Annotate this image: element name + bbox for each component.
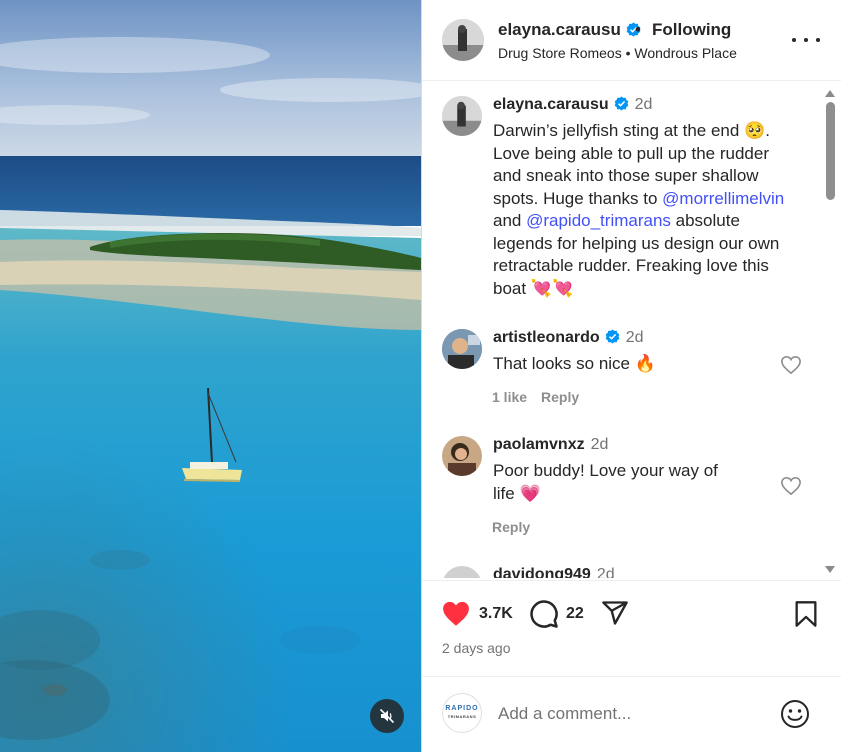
comment-timestamp[interactable]: 2d — [626, 329, 644, 346]
comment-item: artistleonardo 2d That looks so nice 🔥 1 … — [422, 329, 822, 419]
volume-muted-icon — [379, 708, 395, 724]
commenter-username[interactable]: artistleonardo 2d — [493, 329, 643, 347]
heart-outline-icon[interactable] — [780, 355, 802, 375]
more-horizontal-icon — [816, 38, 820, 42]
comment-meta: Reply — [492, 519, 544, 535]
caption-line: Love being able to pull up the rudder — [493, 143, 769, 163]
commenter-avatar[interactable] — [442, 329, 482, 369]
caption-line: legends for helping us design our own — [493, 233, 780, 253]
mention-link[interactable]: @morrellimelvin — [662, 189, 784, 208]
comment-icon[interactable] — [529, 599, 559, 629]
more-horizontal-icon — [792, 38, 796, 42]
commenter-avatar[interactable] — [442, 436, 482, 476]
more-horizontal-icon — [804, 38, 808, 42]
comment-line: life 💗 — [493, 483, 541, 503]
more-options-button[interactable] — [792, 28, 820, 52]
add-comment-input[interactable] — [498, 701, 768, 727]
comment-count[interactable]: 22 — [566, 605, 584, 623]
brand-logo-subtext: TRIMARANS — [447, 714, 477, 719]
author-username[interactable]: elayna.carausu — [498, 20, 641, 40]
comment-like-count[interactable]: 1 like — [492, 389, 527, 405]
comment-timestamp[interactable]: 2d — [597, 566, 615, 578]
commenter-username-text[interactable]: davidong949 — [493, 566, 591, 578]
post-actions: 3.7K 22 2 days ago — [422, 580, 841, 660]
comment-text: Poor buddy! Love your way of life 💗 — [493, 460, 773, 505]
current-user-avatar[interactable]: RAPIDO TRIMARANS — [442, 693, 482, 733]
post-time-ago[interactable]: 2 days ago — [442, 640, 511, 656]
commenter-username-text[interactable]: artistleonardo — [493, 329, 600, 346]
caption-item: elayna.carausu 2d Darwin’s jellyfish stin… — [422, 96, 822, 316]
caption-line: and sneak into those super shallow — [493, 166, 759, 185]
audio-location-line[interactable]: Drug Store Romeos • Wondrous Place — [498, 45, 737, 61]
scrollbar-thumb[interactable] — [826, 102, 835, 200]
commenter-username[interactable]: paolamvnxz 2d — [493, 436, 608, 454]
mention-link[interactable]: @rapido_trimarans — [526, 211, 671, 230]
caption-fragment: spots. Huge thanks to — [493, 188, 663, 208]
commenter-username[interactable]: davidong949 2d — [493, 566, 615, 578]
commenter-avatar[interactable] — [442, 566, 482, 578]
like-count[interactable]: 3.7K — [479, 605, 513, 623]
caption-fragment: and — [493, 211, 527, 230]
author-username-text[interactable]: elayna.carausu — [498, 20, 621, 39]
caption-line: retractable rudder. Freaking love this — [493, 256, 769, 275]
header-separator: • — [635, 20, 641, 39]
caption-line: spots. Huge thanks to @morrellimelvin — [493, 188, 823, 211]
scroll-down-arrow-icon[interactable] — [825, 566, 835, 573]
lagoon-video-frame — [0, 0, 421, 752]
caption-line: and @rapido_trimarans absolute — [493, 210, 823, 233]
comment-line: Poor buddy! Love your way of — [493, 461, 718, 480]
share-send-icon[interactable] — [601, 599, 629, 627]
post-header: elayna.carausu • Following Drug Store Ro… — [422, 0, 841, 81]
caption-username[interactable]: elayna.carausu 2d — [493, 96, 652, 114]
caption-line: Darwin’s jellyfish sting at the end 🥺. — [493, 121, 770, 140]
scroll-up-arrow-icon[interactable] — [825, 90, 835, 97]
caption-username-text[interactable]: elayna.carausu — [493, 96, 609, 113]
reply-button[interactable]: Reply — [492, 519, 530, 535]
comments-list[interactable]: elayna.carausu 2d Darwin’s jellyfish stin… — [422, 82, 841, 578]
comment-text: That looks so nice 🔥 — [493, 354, 656, 373]
post-media[interactable] — [0, 0, 421, 752]
author-avatar[interactable] — [442, 19, 484, 61]
comment-timestamp[interactable]: 2d — [591, 436, 609, 453]
following-button[interactable]: Following — [652, 20, 731, 40]
heart-outline-icon[interactable] — [780, 476, 802, 496]
comments-scrollbar[interactable] — [823, 88, 837, 576]
mute-toggle-button[interactable] — [370, 699, 404, 733]
comment-item: davidong949 2d — [422, 566, 822, 578]
comment-meta: 1 like Reply — [492, 389, 593, 405]
caption-text: Darwin’s jellyfish sting at the end 🥺. L… — [493, 120, 823, 300]
caption-line: boat 💘💘 — [493, 278, 574, 298]
verified-badge-icon — [614, 96, 628, 111]
heart-filled-icon[interactable] — [441, 600, 471, 627]
emoji-picker-icon[interactable] — [780, 699, 810, 729]
verified-badge-icon — [605, 329, 620, 344]
brand-logo: RAPIDO TRIMARANS — [445, 705, 478, 721]
caption-fragment: absolute — [670, 211, 740, 230]
add-comment-bar: RAPIDO TRIMARANS — [422, 676, 841, 752]
brand-logo-text: RAPIDO — [445, 705, 479, 712]
bookmark-icon[interactable] — [794, 600, 818, 628]
post-side-panel: elayna.carausu • Following Drug Store Ro… — [421, 0, 841, 752]
commenter-username-text[interactable]: paolamvnxz — [493, 436, 585, 453]
caption-timestamp[interactable]: 2d — [635, 96, 653, 113]
comment-item: paolamvnxz 2d Poor buddy! Love your way o… — [422, 436, 822, 546]
reply-button[interactable]: Reply — [541, 389, 579, 405]
caption-author-avatar[interactable] — [442, 96, 482, 136]
